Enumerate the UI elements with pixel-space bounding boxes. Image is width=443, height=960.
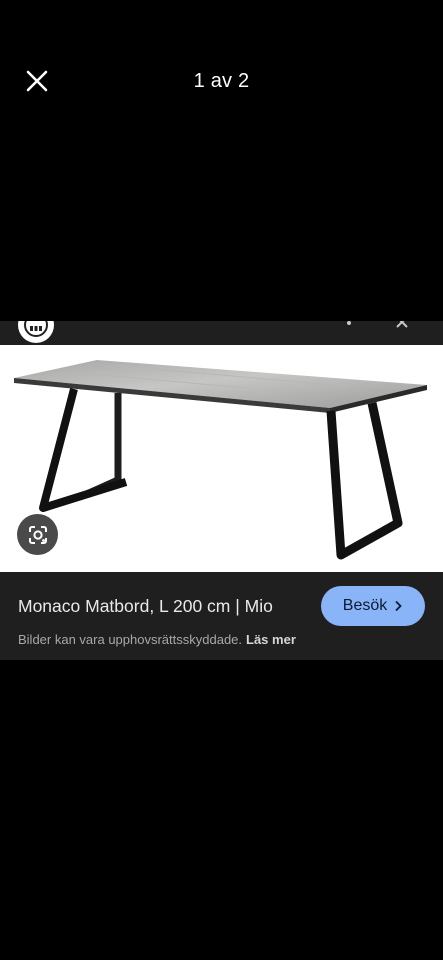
- result-title[interactable]: Monaco Matbord, L 200 cm | Mio: [18, 596, 273, 617]
- viewer-header: 1 av 2: [0, 0, 443, 160]
- google-lens-button[interactable]: [17, 514, 58, 555]
- copyright-text: Bilder kan vara upphovsrättsskyddade.: [18, 632, 243, 647]
- site-logo: [18, 321, 54, 343]
- chevron-right-icon: [395, 600, 403, 612]
- copyright-notice: Bilder kan vara upphovsrättsskyddade. Läs…: [18, 632, 296, 647]
- read-more-link[interactable]: Läs mer: [246, 632, 296, 647]
- image-counter: 1 av 2: [193, 70, 250, 92]
- visit-button-label: Besök: [342, 597, 388, 614]
- close-icon: [396, 321, 408, 328]
- result-info-panel: Monaco Matbord, L 200 cm | Mio Besök Bil…: [0, 572, 443, 660]
- google-lens-icon: [28, 525, 47, 544]
- table-illustration: [0, 345, 443, 572]
- product-image[interactable]: [0, 345, 443, 572]
- more-dot: [347, 321, 351, 325]
- visit-button[interactable]: Besök: [321, 586, 425, 626]
- previous-content-strip: [0, 321, 443, 345]
